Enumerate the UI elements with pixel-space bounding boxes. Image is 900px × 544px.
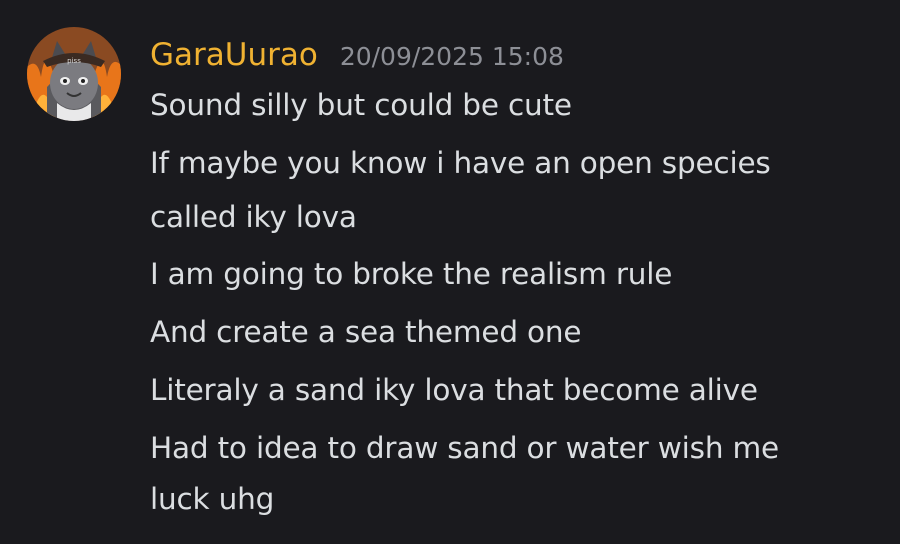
cat-avatar-icon: piss xyxy=(27,27,121,121)
message-line: Had to idea to draw sand or water wish m… xyxy=(150,431,779,465)
timestamp[interactable]: 20/09/2025 15:08 xyxy=(340,37,564,77)
message-header: GaraUurao 20/09/2025 15:08 xyxy=(150,35,564,79)
message-line: And create a sea themed one xyxy=(150,315,582,349)
message-group: piss GaraUurao 20/09/2025 15:08 Sound si… xyxy=(0,0,900,544)
message-line: called iky lova xyxy=(150,200,357,234)
message-line: If maybe you know i have an open species xyxy=(150,146,771,180)
username[interactable]: GaraUurao xyxy=(150,35,318,75)
message-line: Sound silly but could be cute xyxy=(150,88,572,122)
message-line: luck uhg xyxy=(150,482,275,516)
message-line: I am going to broke the realism rule xyxy=(150,257,673,291)
user-avatar[interactable]: piss xyxy=(27,27,121,121)
message-line: Literaly a sand iky lova that become ali… xyxy=(150,373,758,407)
avatar-badge-text: piss xyxy=(67,57,81,65)
